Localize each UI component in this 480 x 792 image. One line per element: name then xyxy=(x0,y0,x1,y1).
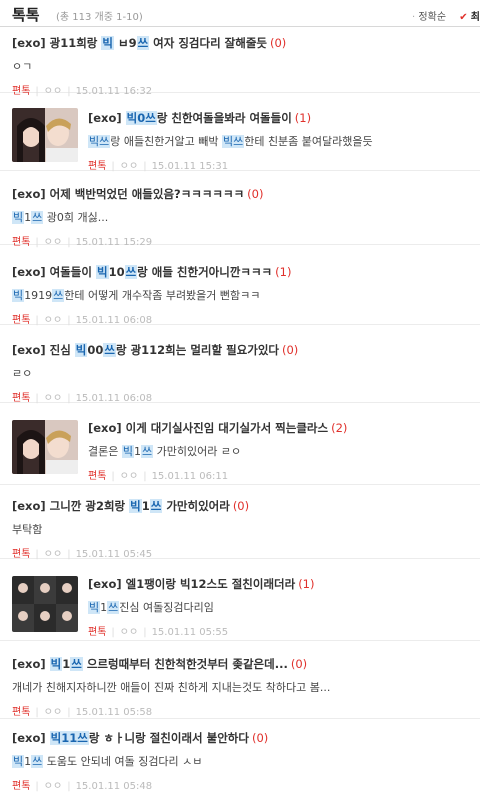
post-thumbnail[interactable] xyxy=(12,420,78,474)
post-title[interactable]: [exo] 빅11쓰랑 ㅎㅏ니랑 절친이래서 불안하다 (0) xyxy=(12,730,472,746)
category-label[interactable]: 편톡 xyxy=(12,315,30,326)
post-title[interactable]: [exo] 엘1팽이랑 빅12스도 절친이래더라 (1) xyxy=(88,576,472,592)
post-preview[interactable]: 빅1919쓰한테 어떻게 개수작좀 부려봤을거 뻔함ㅋㅋ xyxy=(12,287,472,303)
timestamp: 15.01.11 15:29 xyxy=(75,237,153,248)
category-label[interactable]: 편톡 xyxy=(12,393,30,404)
list-item[interactable]: [exo] 빅1쓰 으르렁때부터 친한척한것부터 좆같은데... (0) 개네가 … xyxy=(0,650,480,719)
board-header: 톡톡 (총 113 개중 1-10) · 정확순 ✔ 최 xyxy=(0,0,480,27)
list-item[interactable]: [exo] 여돌들이 빅10쓰랑 애들 친한거아니깐ㅋㅋㅋ (1) 빅1919쓰한… xyxy=(0,258,480,326)
post-title[interactable]: [exo] 그니깐 광2희랑 빅1쓰 가만히있어라 (0) xyxy=(12,498,472,514)
post-thumbnail[interactable] xyxy=(12,576,78,632)
post-info: 편톡 | ㅇㅇ | 15.01.11 15:31 xyxy=(88,161,229,172)
timestamp: 15.01.11 05:45 xyxy=(75,549,153,560)
author: ㅇㅇ xyxy=(43,237,63,248)
list-item[interactable]: [exo] 어제 백반먹었던 애들있음?ㅋㅋㅋㅋㅋㅋ (0) 빅1쓰 광0희 개싫… xyxy=(0,178,480,248)
post-info: 편톡 | ㅇㅇ | 15.01.11 05:45 xyxy=(12,549,153,560)
post-info: 편톡 | ㅇㅇ | 15.01.11 15:29 xyxy=(12,237,153,248)
sort-active-link[interactable]: 최 xyxy=(471,12,480,23)
comment-count[interactable]: (1) xyxy=(298,577,314,591)
post-preview[interactable]: ㄹㅇ xyxy=(12,365,472,381)
comment-count[interactable]: (0) xyxy=(291,657,307,671)
timestamp: 15.01.11 06:11 xyxy=(151,471,229,482)
timestamp: 15.01.11 06:08 xyxy=(75,315,153,326)
timestamp: 15.01.11 15:31 xyxy=(151,161,229,172)
category-label[interactable]: 편톡 xyxy=(88,471,106,482)
post-title[interactable]: [exo] 여돌들이 빅10쓰랑 애들 친한거아니깐ㅋㅋㅋ (1) xyxy=(12,264,472,280)
post-preview[interactable]: 빅쓰랑 애들친한거알고 빼박 빅쓰한테 친분좀 붙여달라했을듯 xyxy=(88,133,472,149)
post-title[interactable]: [exo] 빅0쓰랑 친한여돌을봐라 여돌들이 (1) xyxy=(88,110,472,126)
comment-count[interactable]: (2) xyxy=(331,421,347,435)
author: ㅇㅇ xyxy=(43,549,63,560)
comment-count[interactable]: (1) xyxy=(295,111,311,125)
timestamp: 15.01.11 05:58 xyxy=(75,707,153,718)
post-preview[interactable]: 부탁함 xyxy=(12,521,472,537)
list-item[interactable]: [exo] 그니깐 광2희랑 빅1쓰 가만히있어라 (0) 부탁함 편톡 | ㅇㅇ | 1… xyxy=(0,492,480,560)
author: ㅇㅇ xyxy=(43,707,63,718)
list-item[interactable]: [exo] 광11희랑 빅 ㅂ9쓰 여자 징검다리 잘해줄듯 (0) ㅇㄱ 편톡 |… xyxy=(0,27,480,97)
post-info: 편톡 | ㅇㅇ | 15.01.11 05:55 xyxy=(88,627,229,638)
category-label[interactable]: 편톡 xyxy=(12,549,30,560)
author: ㅇㅇ xyxy=(119,161,139,172)
post-title[interactable]: [exo] 광11희랑 빅 ㅂ9쓰 여자 징검다리 잘해줄듯 (0) xyxy=(12,35,472,51)
comment-count[interactable]: (0) xyxy=(282,343,298,357)
post-title[interactable]: [exo] 어제 백반먹었던 애들있음?ㅋㅋㅋㅋㅋㅋ (0) xyxy=(12,186,472,202)
comment-count[interactable]: (0) xyxy=(247,187,263,201)
category-label[interactable]: 편톡 xyxy=(88,627,106,638)
post-title[interactable]: [exo] 이게 대기실사진임 대기실가서 찍는클라스 (2) xyxy=(88,420,472,436)
post-thumbnail[interactable] xyxy=(12,108,78,162)
post-preview[interactable]: 빅1쓰진심 여돌징검다리임 xyxy=(88,599,472,615)
category-label[interactable]: 편톡 xyxy=(12,707,30,718)
author: ㅇㅇ xyxy=(43,393,63,404)
category-label[interactable]: 편톡 xyxy=(12,237,30,248)
author: ㅇㅇ xyxy=(119,627,139,638)
sort-options: · 정확순 ✔ 최 xyxy=(412,8,480,23)
timestamp: 15.01.11 06:08 xyxy=(75,393,153,404)
comment-count[interactable]: (0) xyxy=(270,36,286,50)
post-info: 편톡 | ㅇㅇ | 15.01.11 06:11 xyxy=(88,471,229,482)
post-title[interactable]: [exo] 빅1쓰 으르렁때부터 친한척한것부터 좆같은데... (0) xyxy=(12,656,472,672)
post-info: 편톡 | ㅇㅇ | 15.01.11 05:58 xyxy=(12,707,153,718)
post-count: (총 113 개중 1-10) xyxy=(56,12,143,23)
author: ㅇㅇ xyxy=(43,315,63,326)
post-preview[interactable]: ㅇㄱ xyxy=(12,58,472,74)
category-label[interactable]: 편톡 xyxy=(88,161,106,172)
comment-count[interactable]: (0) xyxy=(252,731,268,745)
list-item[interactable]: [exo] 빅11쓰랑 ㅎㅏ니랑 절친이래서 불안하다 (0) 빅1쓰 도움도 안… xyxy=(0,724,480,792)
post-info: 편톡 | ㅇㅇ | 15.01.11 06:08 xyxy=(12,393,153,404)
post-info: 편톡 | ㅇㅇ | 15.01.11 16:32 xyxy=(12,86,153,97)
timestamp: 15.01.11 05:55 xyxy=(151,627,229,638)
post-info: 편톡 | ㅇㅇ | 15.01.11 05:48 xyxy=(12,781,153,792)
comment-count[interactable]: (1) xyxy=(275,265,291,279)
list-item[interactable]: [exo] 빅0쓰랑 친한여돌을봐라 여돌들이 (1) 빅쓰랑 애들친한거알고 빼… xyxy=(0,98,480,172)
timestamp: 15.01.11 16:32 xyxy=(75,86,153,97)
author: ㅇㅇ xyxy=(43,86,63,97)
bullet-icon: · xyxy=(412,12,416,23)
post-info: 편톡 | ㅇㅇ | 15.01.11 06:08 xyxy=(12,315,153,326)
board-title: 톡톡 xyxy=(12,6,40,24)
comment-count[interactable]: (0) xyxy=(233,499,249,513)
post-preview[interactable]: 빅1쓰 도움도 안되네 여돌 징검다리 ㅅㅂ xyxy=(12,753,472,769)
list-item[interactable]: [exo] 진심 빅00쓰랑 광112희는 멀리할 필요가있다 (0) ㄹㅇ 편톡… xyxy=(0,336,480,404)
sort-recent-link[interactable]: 정확순 xyxy=(418,12,446,23)
post-preview[interactable]: 개네가 친해지자하니깐 애들이 진짜 친하게 지내는것도 착하다고 봄... xyxy=(12,679,472,695)
author: ㅇㅇ xyxy=(119,471,139,482)
post-title[interactable]: [exo] 진심 빅00쓰랑 광112희는 멀리할 필요가있다 (0) xyxy=(12,342,472,358)
category-label[interactable]: 편톡 xyxy=(12,86,30,97)
post-preview[interactable]: 결론은 빅1쓰 가만히있어라 ㄹㅇ xyxy=(88,443,472,459)
post-preview[interactable]: 빅1쓰 광0희 개싫... xyxy=(12,209,472,225)
check-icon: ✔ xyxy=(459,12,468,23)
list-item[interactable]: [exo] 이게 대기실사진임 대기실가서 찍는클라스 (2) 결론은 빅1쓰 가… xyxy=(0,412,480,485)
list-item[interactable]: [exo] 엘1팽이랑 빅12스도 절친이래더라 (1) 빅1쓰진심 여돌징검다리… xyxy=(0,570,480,641)
